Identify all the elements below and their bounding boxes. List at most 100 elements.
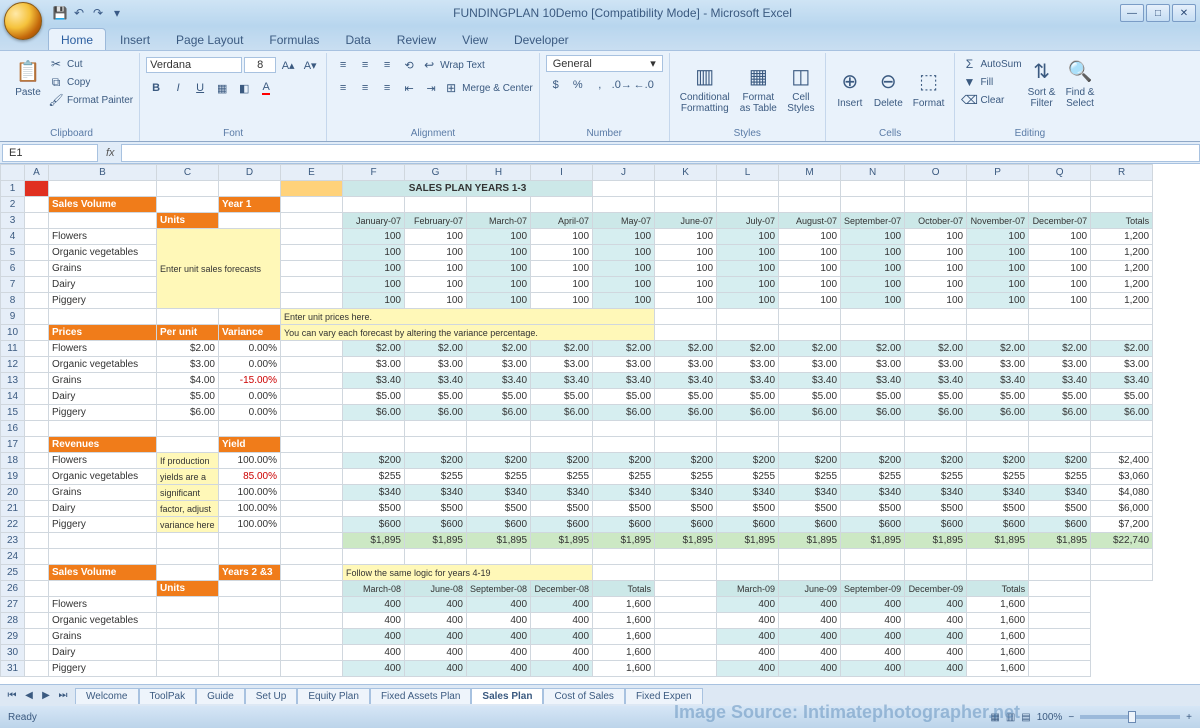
cell[interactable]: 400 [467,629,531,645]
zoom-slider[interactable] [1080,715,1180,719]
cell[interactable]: Organic vegetables [49,469,157,485]
cell[interactable]: variance here [157,517,219,533]
cell[interactable]: $5.00 [1091,389,1153,405]
cell[interactable] [967,549,1029,565]
cell[interactable] [779,197,841,213]
cell[interactable] [1091,549,1153,565]
cell[interactable]: $255 [841,469,905,485]
cell[interactable]: $500 [467,501,531,517]
cell[interactable] [49,213,157,229]
cell[interactable]: $7,200 [1091,517,1153,533]
cell[interactable] [343,197,405,213]
col-header[interactable]: L [717,165,779,181]
cell[interactable]: $5.00 [967,389,1029,405]
cell[interactable]: Organic vegetables [49,245,157,261]
cell[interactable]: $6.00 [905,405,967,421]
col-header[interactable]: 2 [1,197,25,213]
cell[interactable] [967,437,1029,453]
cell[interactable] [655,613,717,629]
cell[interactable] [905,437,967,453]
cell[interactable]: Revenues [49,437,157,453]
cell[interactable]: March-07 [467,213,531,229]
sheet-last-icon[interactable]: ⏭ [55,688,71,704]
cell[interactable]: $255 [593,469,655,485]
cell[interactable]: $3.40 [655,373,717,389]
cell[interactable]: You can vary each forecast by altering t… [281,325,655,341]
cell[interactable] [25,309,49,325]
cell[interactable] [25,181,49,197]
cell[interactable] [779,565,841,581]
cell[interactable]: Prices [49,325,157,341]
cell[interactable]: $600 [655,517,717,533]
cell[interactable]: 400 [405,613,467,629]
cell[interactable]: Totals [593,581,655,597]
col-header[interactable]: 28 [1,613,25,629]
cell[interactable]: $2.00 [157,341,219,357]
tab-insert[interactable]: Insert [108,29,162,50]
cell[interactable] [779,181,841,197]
cell[interactable] [25,517,49,533]
sheet-tab[interactable]: ToolPak [139,688,197,704]
cell[interactable]: $2.00 [405,341,467,357]
cell[interactable] [467,197,531,213]
cell[interactable]: 0.00% [219,405,281,421]
cell[interactable]: 1,200 [1091,293,1153,309]
cell[interactable] [49,309,157,325]
cell[interactable] [1029,181,1091,197]
cell[interactable]: $255 [405,469,467,485]
cell[interactable]: $4,080 [1091,485,1153,501]
cell[interactable] [467,437,531,453]
cell[interactable]: -15.00% [219,373,281,389]
cell[interactable]: 100 [405,261,467,277]
cell[interactable] [219,661,281,677]
cell[interactable]: $1,895 [531,533,593,549]
cell[interactable] [841,325,905,341]
cell[interactable]: 1,600 [967,629,1029,645]
cell[interactable] [593,565,655,581]
cell[interactable] [281,293,343,309]
cell[interactable]: $5.00 [405,389,467,405]
cell[interactable] [405,421,467,437]
cell[interactable]: Enter unit prices here. [281,309,655,325]
cell[interactable]: 100 [531,229,593,245]
cell[interactable]: $340 [967,485,1029,501]
cell[interactable]: Piggery [49,661,157,677]
cell[interactable]: 100 [967,245,1029,261]
cell[interactable]: 400 [405,645,467,661]
cell[interactable]: $5.00 [531,389,593,405]
comma-icon[interactable]: , [590,75,610,95]
wrap-text-button[interactable]: ↩Wrap Text [421,56,485,74]
cell[interactable]: $200 [967,453,1029,469]
cell[interactable]: 100 [593,229,655,245]
cell[interactable]: $500 [717,501,779,517]
sheet-first-icon[interactable]: ⏮ [4,688,20,704]
border-button[interactable]: ▦ [212,78,232,98]
cell[interactable]: 400 [841,597,905,613]
cell[interactable]: June-07 [655,213,717,229]
cell[interactable] [157,197,219,213]
cell[interactable] [967,197,1029,213]
col-header[interactable]: H [467,165,531,181]
cell[interactable]: December-08 [531,581,593,597]
cell[interactable]: $3.00 [405,357,467,373]
sheet-prev-icon[interactable]: ◀ [21,688,37,704]
sheet-tab[interactable]: Set Up [245,688,298,704]
cell[interactable] [25,245,49,261]
cell[interactable]: 100 [779,245,841,261]
cell[interactable]: 400 [717,661,779,677]
cell[interactable]: Grains [49,373,157,389]
cell[interactable]: $6.00 [343,405,405,421]
cell[interactable] [1029,421,1091,437]
cell[interactable]: $2.00 [841,341,905,357]
cell[interactable]: 100 [405,277,467,293]
cell[interactable] [281,613,343,629]
cell[interactable] [281,421,343,437]
increase-indent-icon[interactable]: ⇥ [421,78,441,98]
cell[interactable] [157,597,219,613]
cell[interactable]: $500 [343,501,405,517]
cell[interactable]: 100 [531,245,593,261]
col-header[interactable]: O [905,165,967,181]
cell[interactable] [1091,325,1153,341]
cell[interactable]: March-08 [343,581,405,597]
cell[interactable] [281,645,343,661]
